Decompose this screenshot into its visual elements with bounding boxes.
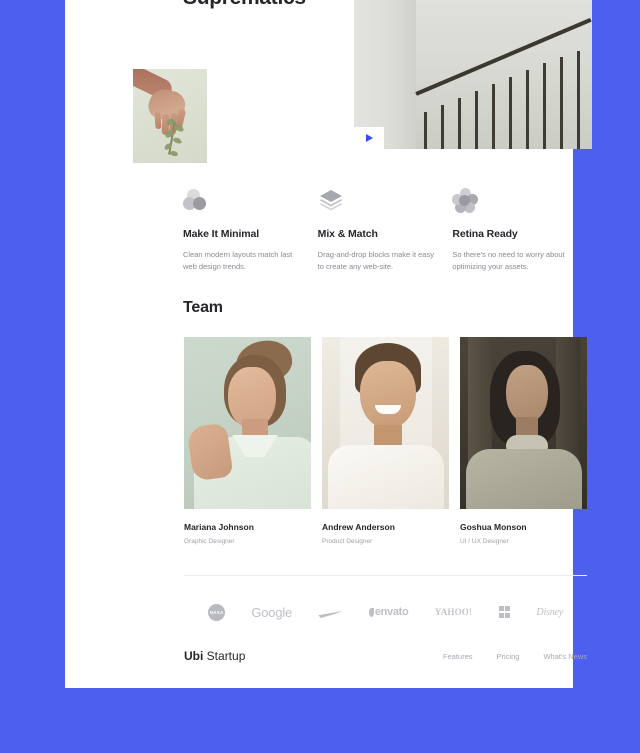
flower-icon: [452, 188, 479, 214]
google-logo: Google: [251, 604, 293, 620]
microsoft-squares-icon: [498, 606, 511, 618]
yahoo-logo: YAHOO!: [434, 607, 473, 617]
footer-nav: Features Pricing What's News: [443, 652, 587, 661]
feature-description: So there's no need to worry about optimi…: [452, 250, 565, 271]
hero-video-photo[interactable]: [354, 0, 592, 149]
page-canvas: Suprematics: [0, 0, 640, 753]
team-photo: [184, 337, 311, 509]
footer: Ubi Startup Features Pricing What's News: [184, 649, 587, 663]
feature-card-2: Mix & Match Drag-and-drop blocks make it…: [318, 188, 453, 273]
circles-icon: [183, 188, 209, 214]
team-member-role: Product Designer: [322, 538, 373, 545]
client-logos: NASA Google envato YAHOO! Disney: [184, 598, 587, 626]
play-button[interactable]: [354, 127, 384, 149]
envato-logo: envato: [368, 601, 409, 623]
photo-baluster: [526, 70, 529, 149]
photo-baluster: [509, 77, 512, 149]
photo-baluster: [560, 57, 563, 149]
team-list: Mariana Johnson Graphic Designer Andrew …: [184, 337, 587, 545]
layers-icon: [318, 188, 344, 214]
page-title: Suprematics: [183, 0, 306, 10]
brand-name-bold: Ubi: [184, 649, 204, 663]
feature-description: Clean modern layouts match last web desi…: [183, 250, 293, 271]
brand-name-light: Startup: [203, 649, 246, 663]
feature-card-3: Retina Ready So there's no need to worry…: [452, 188, 587, 273]
team-member-name: Mariana Johnson: [184, 522, 254, 532]
team-heading: Team: [183, 299, 223, 316]
photo-baluster: [441, 105, 444, 149]
team-card[interactable]: Goshua Monson UI / UX Designer: [460, 337, 587, 545]
feature-title: Mix & Match: [317, 228, 378, 240]
footer-link-pricing[interactable]: Pricing: [497, 652, 520, 661]
team-photo: [322, 337, 449, 509]
section-divider: [184, 575, 587, 576]
feature-title: Make It Minimal: [183, 228, 260, 240]
nike-swoosh-icon: [318, 606, 342, 618]
hero-side-photo: [133, 69, 207, 163]
nasa-logo: NASA: [208, 601, 225, 623]
team-card[interactable]: Andrew Anderson Product Designer: [322, 337, 449, 545]
nike-logo: [318, 601, 342, 623]
team-card[interactable]: Mariana Johnson Graphic Designer: [184, 337, 311, 545]
footer-link-whats-news[interactable]: What's News: [543, 652, 587, 661]
layers-icon-svg: [319, 190, 342, 211]
photo-baluster: [424, 112, 427, 149]
team-member-name: Goshua Monson: [460, 522, 527, 532]
envato-leaf-icon: [368, 607, 374, 617]
feature-card-1: Make It Minimal Clean modern layouts mat…: [183, 188, 318, 273]
team-member-role: Graphic Designer: [184, 538, 235, 545]
feature-description: Drag-and-drop blocks make it easy to cre…: [317, 250, 434, 271]
photo-baluster: [577, 51, 580, 149]
photo-baluster: [543, 63, 546, 149]
microsoft-logo: [498, 601, 511, 623]
nasa-logo-badge: NASA: [208, 603, 225, 621]
team-member-role: UI / UX Designer: [460, 538, 509, 545]
team-photo: [460, 337, 587, 509]
feature-title: Retina Ready: [452, 228, 518, 240]
footer-link-features[interactable]: Features: [443, 652, 473, 661]
footer-brand[interactable]: Ubi Startup: [184, 649, 245, 663]
page-sheet: Suprematics: [65, 0, 592, 688]
photo-baluster: [492, 84, 495, 149]
photo-finger: [154, 111, 162, 130]
disney-logo: Disney: [536, 606, 563, 618]
team-member-name: Andrew Anderson: [322, 522, 395, 532]
envato-logo-text: envato: [374, 606, 409, 618]
play-triangle-icon: [365, 134, 373, 142]
features-section: Make It Minimal Clean modern layouts mat…: [183, 188, 587, 273]
photo-baluster: [458, 98, 461, 149]
photo-baluster: [475, 91, 478, 149]
